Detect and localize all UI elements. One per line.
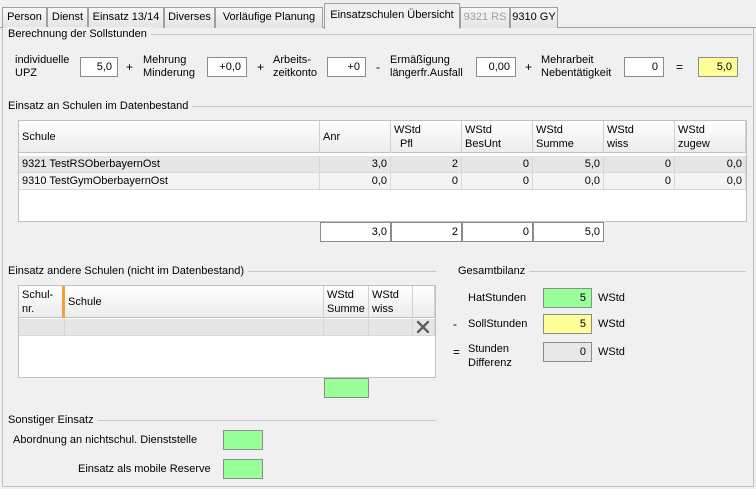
sollstunden-unit: WStd [598, 318, 625, 330]
table-cell-besunt[interactable]: 0 [462, 173, 533, 190]
upz-field[interactable]: 5,0 [80, 57, 118, 77]
section-sollstunden: Berechnung der Sollstunden [8, 27, 752, 41]
arbeitszeitkonto-field[interactable]: +0 [327, 57, 366, 77]
section-andere-schulen: Einsatz andere Schulen (nicht im Datenbe… [8, 264, 436, 278]
mehrarbeit-label-2: Nebentätigkeit [541, 67, 612, 79]
mehrung-label-1: Mehrung [143, 54, 187, 66]
plus-sign: + [126, 60, 134, 74]
differenz-label-1: Stunden [468, 343, 509, 355]
upz-label-1: individuelle [15, 54, 70, 66]
mehrung-label-2: Minderung [143, 67, 195, 79]
table-cell-besunt[interactable]: 0 [462, 156, 533, 173]
section-datenbestand: Einsatz an Schulen im Datenbestand [8, 99, 752, 113]
new-row-summe-cell[interactable] [324, 319, 369, 336]
new-row-schule-cell[interactable] [65, 319, 324, 336]
abordnung-field[interactable] [223, 430, 263, 450]
equals-sign: = [676, 60, 684, 74]
new-row-schulnr-cell[interactable] [19, 319, 65, 336]
col-header-wstd-wiss[interactable]: WStd wiss [369, 286, 413, 318]
table-cell-zugew[interactable]: 0,0 [675, 173, 746, 190]
arbeitszeit-label-2: zeitkonto [273, 67, 318, 79]
table-cell-pfl[interactable]: 0 [391, 173, 462, 190]
andere-summe-total-field [324, 378, 369, 398]
col-header-schulnr[interactable]: Schul-nr. [19, 286, 64, 318]
section-sonstiger-einsatz-title: Sonstiger Einsatz [8, 413, 98, 427]
hatstunden-field: 5 [543, 288, 592, 308]
table-cell-anr[interactable]: 0,0 [320, 173, 391, 190]
mobile-reserve-label: Einsatz als mobile Reserve [78, 463, 211, 475]
andere-schulen-table: Schul-nr. Schule WStd Summe WStd wiss [18, 285, 436, 378]
equals-sign: = [453, 345, 461, 359]
new-row-wiss-cell[interactable] [369, 319, 413, 336]
differenz-field: 0 [543, 342, 592, 362]
section-datenbestand-title: Einsatz an Schulen im Datenbestand [8, 99, 193, 113]
minus-sign: - [376, 60, 380, 74]
table-cell-wiss[interactable]: 0 [604, 156, 675, 173]
col-header-anr[interactable]: Anr [320, 121, 391, 153]
total-anr-field: 3,0 [320, 222, 391, 242]
upz-label-2: UPZ [15, 67, 37, 79]
total-besunt-field: 0 [462, 222, 533, 242]
tab-diverses[interactable]: Diverses [164, 7, 215, 28]
table-cell-wiss[interactable]: 0 [604, 173, 675, 190]
col-header-actions [413, 286, 435, 318]
table-cell-anr[interactable]: 3,0 [320, 156, 391, 173]
close-icon [416, 320, 430, 334]
total-pfl-field: 2 [391, 222, 462, 242]
mehrarbeit-field[interactable]: 0 [624, 57, 664, 77]
sollstunden-result-field: 5,0 [698, 57, 738, 77]
table-row-schule[interactable]: 9321 TestRSOberbayernOst [19, 156, 320, 173]
col-header-wstd-besunt[interactable]: WStd BesUnt [462, 121, 533, 153]
differenz-label-2: Differenz [468, 357, 512, 369]
col-header-schule[interactable]: Schule [65, 286, 324, 318]
table-cell-zugew[interactable]: 0,0 [675, 156, 746, 173]
hatstunden-label: HatStunden [468, 292, 527, 304]
section-gesamtbilanz-title: Gesamtbilanz [458, 264, 530, 278]
mehrarbeit-label-1: Mehrarbeit [541, 54, 594, 66]
sollstunden-field: 5 [543, 314, 592, 334]
col-header-schule[interactable]: Schule [19, 121, 320, 153]
col-header-wstd-wiss[interactable]: WStd wiss [604, 121, 675, 153]
col-header-wstd-summe[interactable]: WStd Summe [324, 286, 369, 318]
section-gesamtbilanz: Gesamtbilanz [458, 264, 746, 278]
plus-sign: + [257, 60, 265, 74]
total-summe-field: 5,0 [533, 222, 604, 242]
section-sonstiger-einsatz: Sonstiger Einsatz [8, 413, 436, 427]
mobile-reserve-field[interactable] [223, 459, 263, 479]
minus-sign: - [453, 317, 457, 331]
table-cell-summe[interactable]: 5,0 [533, 156, 604, 173]
col-header-wstd-pfl[interactable]: WStd Pfl [391, 121, 462, 153]
tab-9310-gy[interactable]: 9310 GY [510, 7, 558, 28]
tab-9321-rs: 9321 RS [460, 7, 510, 28]
table-cell-pfl[interactable]: 2 [391, 156, 462, 173]
plus-sign: + [525, 60, 533, 74]
mehrung-field[interactable]: +0,0 [207, 57, 247, 77]
tab-bar: Person Dienst Einsatz 13/14 Diverses Vor… [0, 0, 756, 29]
tab-dienst[interactable]: Dienst [47, 7, 88, 28]
hatstunden-unit: WStd [598, 292, 625, 304]
datenbestand-table: Schule Anr WStd Pfl WStd BesUnt WStd Summe … [18, 120, 747, 222]
ermaessigung-label-2: längerfr.Ausfall [390, 67, 463, 79]
arbeitszeit-label-1: Arbeits- [273, 54, 311, 66]
tab-einsatz[interactable]: Einsatz 13/14 [88, 7, 164, 28]
tab-vorlaeufige-planung[interactable]: Vorläufige Planung [215, 7, 323, 28]
section-andere-schulen-title: Einsatz andere Schulen (nicht im Datenbe… [8, 264, 249, 278]
tab-person[interactable]: Person [2, 7, 47, 28]
table-row-schule[interactable]: 9310 TestGymOberbayernOst [19, 173, 320, 190]
table-cell-summe[interactable]: 0,0 [533, 173, 604, 190]
ermaessigung-field[interactable]: 0,00 [476, 57, 516, 77]
col-header-wstd-zugew[interactable]: WStd zugew [675, 121, 746, 153]
differenz-unit: WStd [598, 346, 625, 358]
section-sollstunden-title: Berechnung der Sollstunden [8, 27, 151, 41]
delete-row-button[interactable] [413, 319, 435, 336]
ermaessigung-label-1: Ermäßigung [390, 54, 450, 66]
col-header-wstd-summe[interactable]: WStd Summe [533, 121, 604, 153]
sollstunden-label: SollStunden [468, 318, 528, 330]
abordnung-label: Abordnung an nichtschul. Dienststelle [13, 434, 198, 446]
tab-einsatzschulen-uebersicht[interactable]: Einsatzschulen Übersicht [324, 3, 460, 29]
